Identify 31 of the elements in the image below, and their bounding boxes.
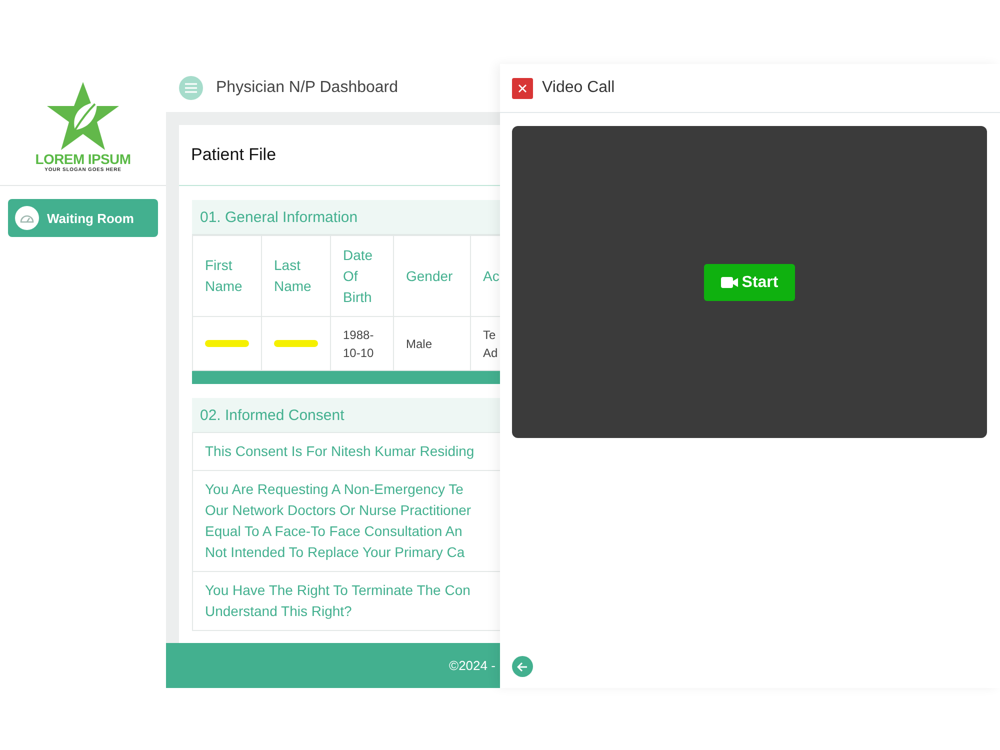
section-title: 02. Informed Consent	[200, 406, 344, 424]
back-button[interactable]	[512, 656, 533, 677]
consent-text: This Consent Is For Nitesh Kumar Residing	[205, 442, 476, 461]
column-header: First Name	[192, 236, 262, 316]
card-title: Patient File	[191, 145, 276, 165]
consent-text: Our Network Doctors Or Nurse Practitioner	[205, 501, 472, 520]
menu-button[interactable]	[179, 76, 203, 100]
consent-text: You Have The Right To Terminate The Con	[205, 581, 472, 600]
section-title: 01. General Information	[200, 208, 358, 226]
start-button[interactable]: Start	[704, 264, 795, 301]
gauge-icon	[20, 213, 34, 223]
redaction-mark	[205, 340, 249, 347]
consent-text: Understand This Right?	[205, 602, 353, 621]
panel-title: Video Call	[542, 79, 615, 97]
menu-icon	[185, 83, 197, 93]
consent-text: Not Intended To Replace Your Primary Ca	[205, 543, 466, 562]
video-camera-icon	[720, 277, 738, 288]
logo-name: LOREM IPSUM	[35, 152, 131, 167]
close-icon	[518, 84, 527, 92]
column-header: Gender	[394, 236, 470, 316]
column-header: Date Of Birth	[330, 236, 394, 316]
redaction-mark	[274, 340, 318, 347]
consent-text: Equal To A Face-To Face Consultation An	[205, 522, 464, 541]
column-header: Last Name	[262, 236, 330, 316]
sidebar-item[interactable]: Waiting Room	[8, 199, 158, 237]
close-button[interactable]	[512, 78, 533, 98]
consent-text: You Are Requesting A Non-Emergency Te	[205, 480, 464, 499]
copyright-text: ©2024 -	[449, 658, 496, 673]
page-title: Physician N/P Dashboard	[216, 79, 398, 97]
star-leaf-logo-icon	[45, 80, 121, 152]
arrow-left-icon	[517, 662, 528, 672]
